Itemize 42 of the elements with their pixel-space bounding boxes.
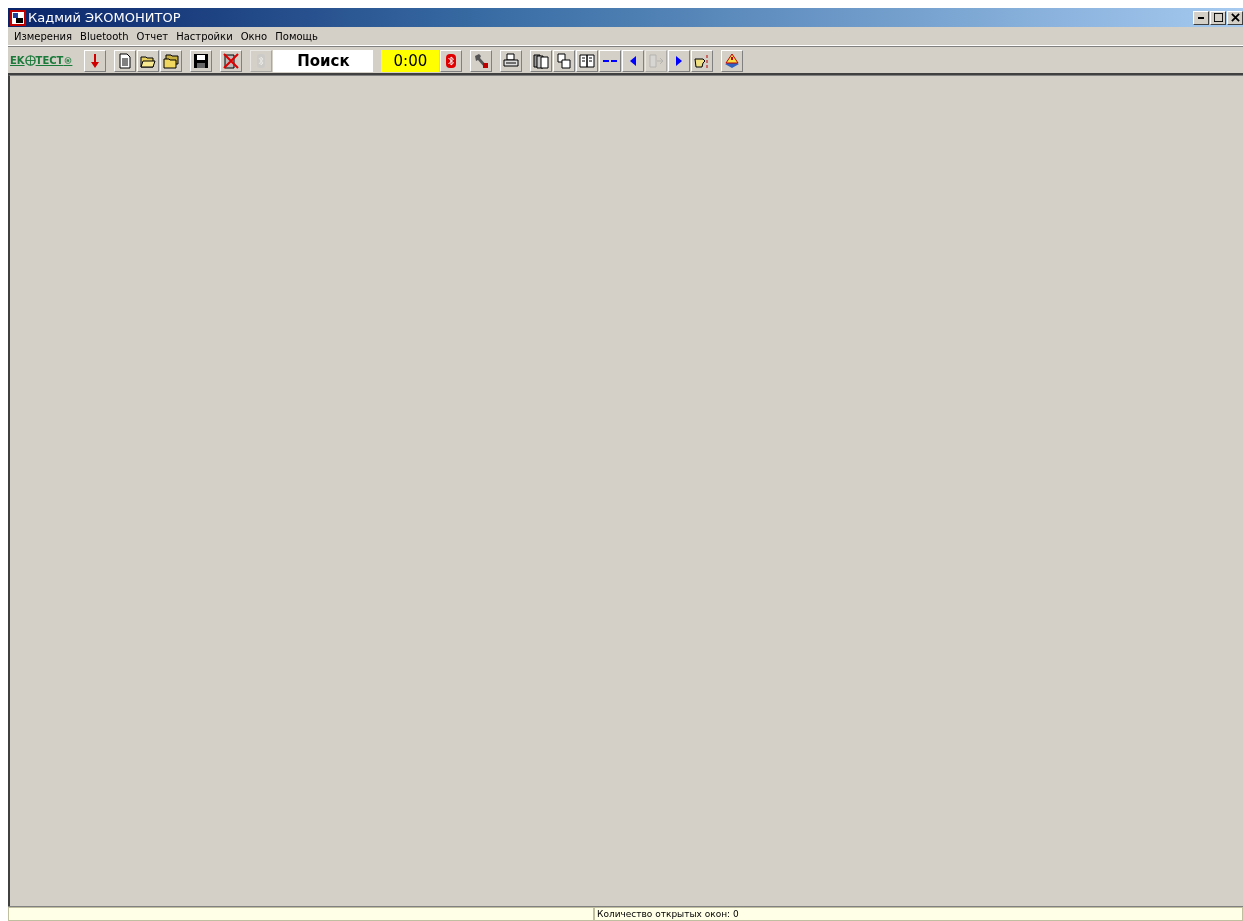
toolbar-button[interactable] [668, 49, 691, 72]
toolbar-button[interactable] [691, 49, 714, 72]
globe-icon [24, 55, 36, 66]
toolbar-button[interactable] [553, 49, 576, 72]
toolbar-button[interactable] [721, 49, 744, 72]
stacked-documents-icon [533, 52, 550, 69]
save-icon [193, 52, 210, 69]
maximize-icon [1213, 13, 1223, 22]
app-icon [10, 9, 26, 26]
search-status: Поиск [273, 49, 374, 72]
maximize-button[interactable] [1210, 10, 1226, 25]
close-button[interactable] [1227, 10, 1243, 25]
toolbar-button[interactable] [530, 49, 553, 72]
cascade-documents-icon [556, 52, 573, 69]
tiled-documents-icon [579, 52, 596, 69]
timer-display: 0:00 [381, 49, 440, 72]
menu-item[interactable]: Отчет [132, 30, 173, 42]
document-arrow-icon [648, 52, 665, 69]
toolbar-button[interactable] [190, 49, 213, 72]
printer-icon [503, 52, 520, 69]
minimize-button[interactable] [1193, 10, 1209, 25]
menu-item[interactable]: Помощь [271, 30, 322, 42]
toolbar-button[interactable] [470, 49, 493, 72]
window-title: Кадмий ЭКОМОНИТОР [28, 10, 182, 25]
toolbar-button[interactable] [220, 49, 243, 72]
close-icon [1230, 13, 1240, 22]
folders-icon [163, 52, 180, 69]
menu-item[interactable]: Bluetooth [76, 30, 133, 42]
toolbar-button[interactable] [500, 49, 523, 72]
menu-item[interactable]: Настройки [172, 30, 237, 42]
toolbar-button[interactable] [137, 49, 160, 72]
status-text: Количество открытых окон: 0 [594, 907, 1243, 921]
dashes-icon [603, 59, 618, 62]
menu-item[interactable]: Измерения [10, 30, 77, 42]
toolbar-button[interactable] [622, 49, 645, 72]
document-icon [117, 52, 134, 69]
toolbar-button[interactable] [576, 49, 599, 72]
crossed-document-icon [223, 52, 240, 69]
minimize-icon [1198, 16, 1204, 19]
menu-item[interactable]: Окно [236, 30, 272, 42]
toolbar-button[interactable] [160, 49, 183, 72]
toolbar-button[interactable] [599, 49, 622, 72]
